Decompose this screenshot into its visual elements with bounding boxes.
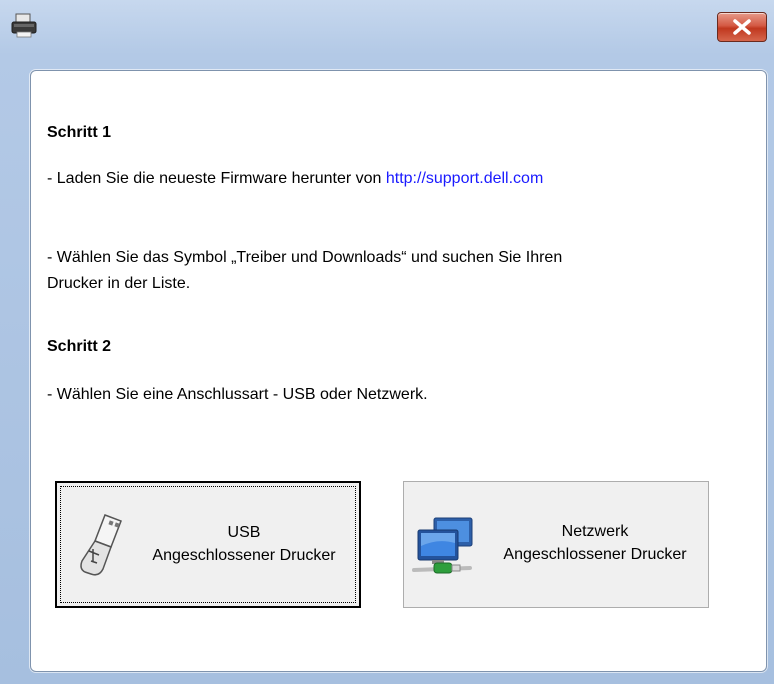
network-computers-icon [412,517,473,574]
step2-line1: - Wählen Sie eine Anschlussart - USB ode… [47,386,428,403]
usb-stick-icon [80,514,122,576]
content-panel: Schritt 1 - Laden Sie die neueste Firmwa… [30,70,767,672]
dialog-window: Schritt 1 - Laden Sie die neueste Firmwa… [0,0,774,684]
printer-icon [11,13,37,38]
network-button-title: Netzwerk [561,523,629,540]
step1-heading: Schritt 1 [47,124,112,141]
title-bar[interactable] [0,0,774,56]
usb-button-subtitle: Angeschlossener Drucker [152,547,336,564]
step1-line2b: Drucker in der Liste. [47,275,191,292]
usb-button-title: USB [227,524,261,541]
network-button-subtitle: Angeschlossener Drucker [503,546,687,563]
step2-heading: Schritt 2 [47,338,112,355]
support-link[interactable]: http://support.dell.com [386,170,543,187]
usb-button[interactable]: USB Angeschlossener Drucker [55,481,361,608]
step1-line1-text: - Laden Sie die neueste Firmware herunte… [47,170,386,187]
close-button[interactable] [717,12,767,42]
network-button[interactable]: Netzwerk Angeschlossener Drucker [403,481,709,608]
step1-line1: - Laden Sie die neueste Firmware herunte… [47,170,543,188]
step1-line2a: - Wählen Sie das Symbol „Treiber und Dow… [47,249,563,266]
close-icon [733,19,751,35]
